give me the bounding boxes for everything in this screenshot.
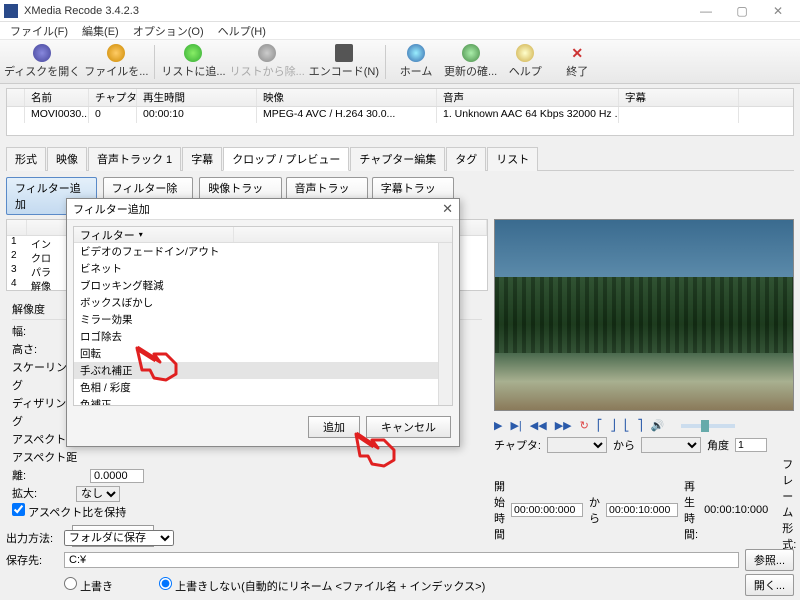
update-button[interactable]: 更新の確...: [444, 42, 497, 82]
filter-option[interactable]: ビデオのフェードイン/アウト: [74, 243, 452, 260]
close-button[interactable]: ✕: [760, 1, 796, 21]
volume-icon[interactable]: 🔊: [651, 419, 665, 432]
filter-option[interactable]: ロゴ除去: [74, 328, 452, 345]
overwrite-radio[interactable]: 上書き: [64, 577, 113, 594]
forward-icon[interactable]: ▶▶: [555, 419, 572, 432]
help-button[interactable]: ヘルプ: [501, 42, 549, 82]
menu-item[interactable]: 編集(E): [76, 22, 125, 40]
chapter-from-select[interactable]: [547, 437, 607, 453]
browse-button[interactable]: 参照...: [745, 549, 794, 571]
ic-rem-icon: [258, 44, 276, 62]
chapter-to-select[interactable]: [641, 437, 701, 453]
end-time-input[interactable]: [606, 503, 678, 517]
filter-option[interactable]: ボックスぼかし: [74, 294, 452, 311]
ic-help-icon: [516, 44, 534, 62]
list-remove-button[interactable]: リストから除...: [230, 42, 305, 82]
tab[interactable]: 映像: [47, 147, 87, 171]
file-grid: 名前 チャプター 再生時間 映像 音声 字幕 MOVI0030.... 0 00…: [6, 88, 794, 136]
filter-option[interactable]: ミラー効果: [74, 311, 452, 328]
window-title: XMedia Recode 3.4.2.3: [24, 5, 688, 17]
angle-input[interactable]: [735, 438, 767, 452]
tab[interactable]: タグ: [446, 147, 486, 171]
dialog-add-button[interactable]: 追加: [308, 416, 360, 438]
bracket-out-icon[interactable]: ⎤: [637, 419, 643, 432]
minimize-button[interactable]: —: [688, 1, 724, 21]
ic-upd-icon: [462, 44, 480, 62]
dest-input[interactable]: [64, 552, 739, 568]
list-add-button[interactable]: リストに追...: [161, 42, 225, 82]
encode-button[interactable]: エンコード(N): [309, 42, 379, 82]
ic-open-icon: [107, 44, 125, 62]
record-icon[interactable]: ↻: [580, 419, 589, 432]
filter-option[interactable]: 回転: [74, 345, 452, 362]
file-row[interactable]: MOVI0030.... 0 00:00:10 MPEG-4 AVC / H.2…: [7, 107, 793, 123]
ic-add-icon: [184, 44, 202, 62]
menu-item[interactable]: ファイル(F): [4, 22, 74, 40]
play-icon[interactable]: ▶: [494, 419, 502, 432]
tab[interactable]: チャプター編集: [350, 147, 445, 171]
mark-out-icon[interactable]: ⎦: [610, 419, 616, 432]
tab[interactable]: クロップ / プレビュー: [223, 147, 349, 171]
col-chapter[interactable]: チャプター: [89, 89, 137, 106]
home-button[interactable]: ホーム: [392, 42, 440, 82]
dialog-cancel-button[interactable]: キャンセル: [366, 416, 451, 438]
filter-option[interactable]: ビネット: [74, 260, 452, 277]
disc-open-button[interactable]: ディスクを開く: [4, 42, 80, 82]
ic-exit-icon: ✕: [568, 44, 586, 62]
ic-disc-icon: [33, 44, 51, 62]
playback-controls: ▶ ▶| ◀◀ ▶▶ ↻ ⎡ ⎦ ⎣ ⎤ 🔊: [494, 417, 794, 434]
output-method-select[interactable]: フォルダに保存: [64, 530, 174, 546]
bracket-in-icon[interactable]: ⎣: [624, 419, 630, 432]
no-overwrite-radio[interactable]: 上書きしない(自動的にリネーム <ファイル名 + インデックス>): [159, 577, 485, 594]
volume-slider[interactable]: [681, 424, 735, 428]
tab[interactable]: 字幕: [182, 147, 222, 171]
tab[interactable]: リスト: [487, 147, 538, 171]
ic-enc-icon: [335, 44, 353, 62]
maximize-button[interactable]: ▢: [724, 1, 760, 21]
col-subtitle[interactable]: 字幕: [619, 89, 739, 106]
next-frame-icon[interactable]: ▶|: [510, 419, 521, 432]
menu-item[interactable]: オプション(O): [127, 22, 210, 40]
dialog-close-icon[interactable]: ✕: [442, 201, 453, 217]
filter-option[interactable]: 色相 / 彩度: [74, 379, 452, 396]
start-time-input[interactable]: [511, 503, 583, 517]
col-video[interactable]: 映像: [257, 89, 437, 106]
ic-home-icon: [407, 44, 425, 62]
col-name[interactable]: 名前: [25, 89, 89, 106]
file-open-button[interactable]: ファイルを...: [84, 42, 148, 82]
tab[interactable]: 音声トラック 1: [88, 147, 181, 171]
dialog-scrollbar[interactable]: [438, 243, 452, 405]
zoom-select[interactable]: なし: [76, 486, 120, 502]
rewind-icon[interactable]: ◀◀: [530, 419, 547, 432]
col-duration[interactable]: 再生時間: [137, 89, 257, 106]
filter-option[interactable]: 手ぶれ補正: [74, 362, 452, 379]
exit-button[interactable]: ✕終了: [553, 42, 601, 82]
filter-add-dialog: フィルター追加 ✕ フィルター▾ ビデオのフェードイン/アウトビネットブロッキン…: [66, 198, 460, 447]
app-icon: [4, 4, 18, 18]
aspect-ratio-input[interactable]: [90, 469, 144, 483]
video-preview: [494, 219, 794, 411]
filter-option[interactable]: ブロッキング軽減: [74, 277, 452, 294]
mark-in-icon[interactable]: ⎡: [597, 419, 603, 432]
dialog-title: フィルター追加: [73, 201, 150, 217]
tab[interactable]: 形式: [6, 147, 46, 171]
col-audio[interactable]: 音声: [437, 89, 619, 106]
keep-aspect-checkbox[interactable]: アスペクト比を保持: [12, 507, 126, 519]
menu-item[interactable]: ヘルプ(H): [212, 22, 272, 40]
filter-option[interactable]: 色補正: [74, 396, 452, 406]
open-button[interactable]: 開く...: [745, 574, 794, 596]
